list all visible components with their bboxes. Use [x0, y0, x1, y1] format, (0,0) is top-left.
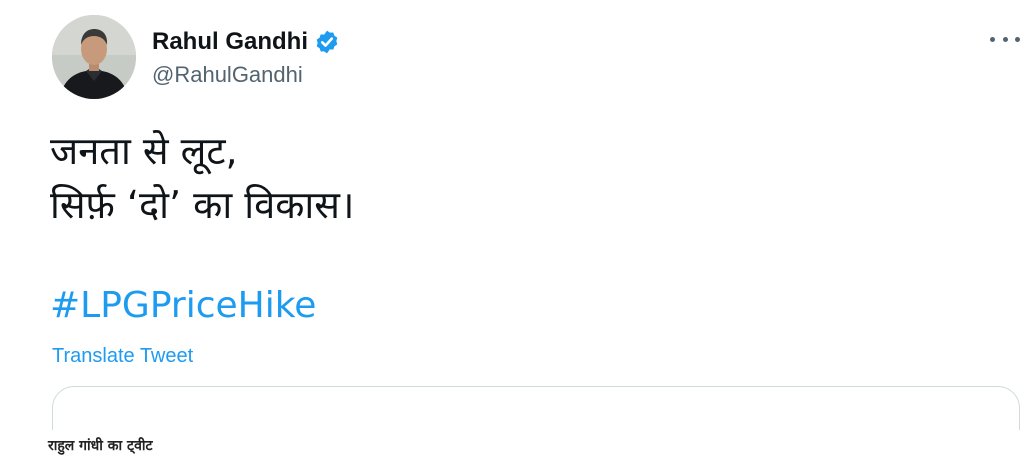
author-name-label: Rahul Gandhi	[152, 28, 308, 55]
verified-badge-icon	[314, 29, 340, 55]
avatar-image	[52, 15, 136, 99]
author-handle[interactable]: @RahulGandhi	[152, 61, 303, 89]
image-caption: राहुल गांधी का ट्वीट	[48, 438, 153, 454]
hashtag-link[interactable]: #LPGPriceHike	[50, 283, 316, 329]
avatar[interactable]	[52, 15, 136, 99]
tweet-text-line-2: सिर्फ़ ‘दो’ का विकास।	[50, 183, 355, 227]
tweet-text-line-1: जनता से लूट,	[50, 129, 238, 173]
more-options-icon[interactable]	[990, 30, 1020, 48]
translate-tweet-link[interactable]: Translate Tweet	[52, 343, 193, 369]
author-name[interactable]: Rahul Gandhi	[152, 27, 340, 57]
tweet-card: Rahul Gandhi @RahulGandhi जनता से लूट, स…	[0, 0, 1026, 430]
tweet-text: जनता से लूट, सिर्फ़ ‘दो’ का विकास।	[50, 124, 354, 232]
link-card-preview[interactable]	[52, 386, 1020, 430]
